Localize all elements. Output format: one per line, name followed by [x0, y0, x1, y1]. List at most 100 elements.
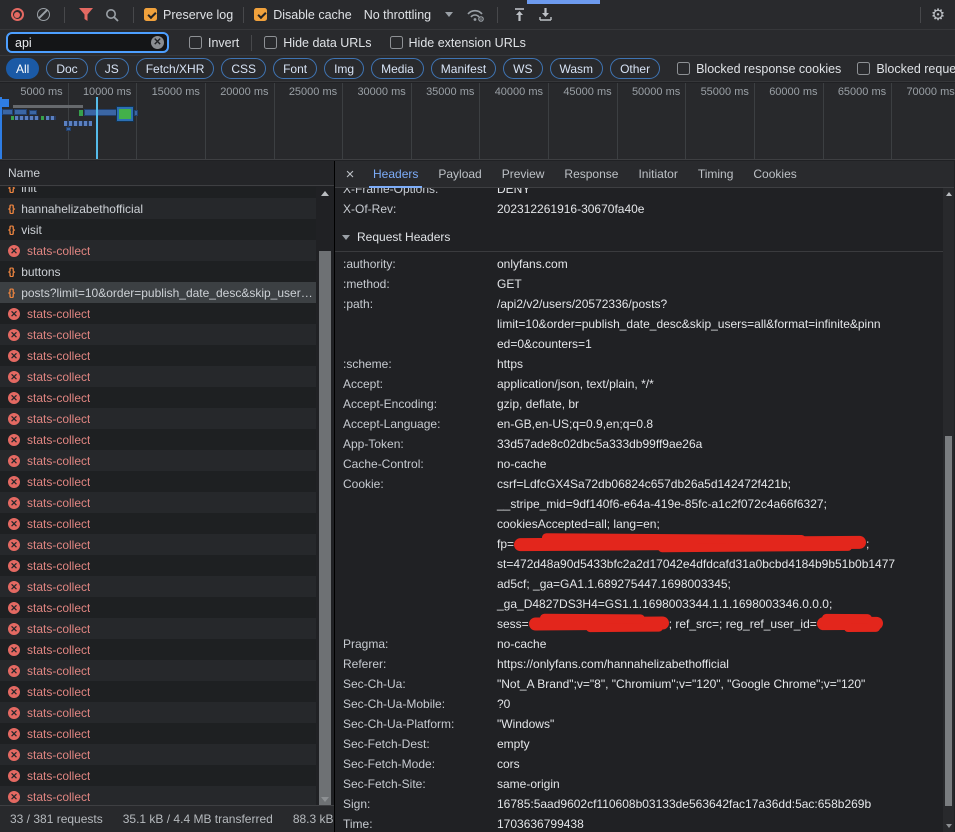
filter-pill-wasm[interactable]: Wasm — [550, 58, 604, 79]
filter-pill-img[interactable]: Img — [324, 58, 364, 79]
scroll-up-arrow[interactable] — [316, 187, 334, 199]
request-row[interactable]: ✕stats-collect — [0, 765, 316, 786]
detail-tab-bar: × HeadersPayloadPreviewResponseInitiator… — [335, 161, 954, 188]
request-row[interactable]: ✕stats-collect — [0, 534, 316, 555]
request-row[interactable]: ✕stats-collect — [0, 639, 316, 660]
scrollbar-thumb[interactable] — [945, 436, 952, 806]
invert-checkbox[interactable]: Invert — [189, 36, 239, 50]
settings-button[interactable]: ⚙ — [927, 4, 949, 26]
tab-payload[interactable]: Payload — [428, 161, 491, 188]
request-row[interactable]: ✕stats-collect — [0, 576, 316, 597]
clear-filter-icon[interactable]: ✕ — [151, 36, 164, 49]
timeline-overview[interactable]: 5000 ms10000 ms15000 ms20000 ms25000 ms3… — [0, 83, 955, 160]
hide-data-urls-checkbox[interactable]: Hide data URLs — [264, 36, 371, 50]
error-icon: ✕ — [8, 623, 20, 635]
request-row[interactable]: ✕stats-collect — [0, 429, 316, 450]
request-row[interactable]: {}hannahelizabethofficial — [0, 198, 316, 219]
request-row[interactable]: {}visit — [0, 219, 316, 240]
request-row[interactable]: ✕stats-collect — [0, 408, 316, 429]
clear-button[interactable] — [32, 4, 54, 26]
download-icon — [539, 8, 552, 22]
tab-cookies[interactable]: Cookies — [743, 161, 806, 188]
filter-pill-fetch-xhr[interactable]: Fetch/XHR — [136, 58, 215, 79]
request-row[interactable]: ✕stats-collect — [0, 555, 316, 576]
tab-headers[interactable]: Headers — [363, 161, 428, 188]
request-name: stats-collect — [27, 475, 90, 489]
request-headers-section-toggle[interactable]: Request Headers — [335, 223, 943, 252]
header-row: Accept-Encoding:gzip, deflate, br — [335, 394, 943, 414]
request-row[interactable]: {}posts?limit=10&order=publish_date_desc… — [0, 282, 316, 303]
tab-preview[interactable]: Preview — [492, 161, 555, 188]
request-row[interactable]: ✕stats-collect — [0, 324, 316, 345]
request-row[interactable]: ✕stats-collect — [0, 702, 316, 723]
header-name: Cookie: — [335, 474, 497, 634]
header-value: 33d57ade8c02dbc5a333db99ff9ae26a — [497, 434, 943, 454]
request-row[interactable]: ✕stats-collect — [0, 345, 316, 366]
name-column-header[interactable]: Name — [0, 161, 334, 186]
request-row[interactable]: ✕stats-collect — [0, 660, 316, 681]
waterfall-bar — [29, 110, 37, 115]
request-row[interactable]: ✕stats-collect — [0, 387, 316, 408]
request-name: stats-collect — [27, 370, 90, 384]
close-detail-button[interactable]: × — [339, 166, 361, 183]
requests-scrollbar[interactable] — [316, 187, 334, 805]
search-icon — [105, 8, 119, 22]
filter-pill-all[interactable]: All — [6, 58, 39, 79]
detail-scrollbar[interactable] — [943, 188, 954, 832]
waterfall-bar — [134, 110, 138, 116]
header-name: Sec-Ch-Ua-Platform: — [335, 714, 497, 734]
filter-toggle-button[interactable] — [75, 4, 97, 26]
request-row[interactable]: {}init — [0, 187, 316, 198]
scroll-down-arrow[interactable] — [316, 793, 334, 805]
request-row[interactable]: ✕stats-collect — [0, 471, 316, 492]
hide-extension-urls-checkbox[interactable]: Hide extension URLs — [390, 36, 526, 50]
request-row[interactable]: ✕stats-collect — [0, 723, 316, 744]
checkbox-blocked-requests[interactable]: Blocked requests — [857, 62, 955, 76]
request-row[interactable]: ✕stats-collect — [0, 681, 316, 702]
checkbox-blocked-response-cookies[interactable]: Blocked response cookies — [677, 62, 841, 76]
error-icon: ✕ — [8, 308, 20, 320]
request-row[interactable]: {}buttons — [0, 261, 316, 282]
preserve-log-checkbox[interactable]: Preserve log — [144, 8, 233, 22]
request-name: stats-collect — [27, 538, 90, 552]
filter-pill-font[interactable]: Font — [273, 58, 317, 79]
scroll-up-arrow[interactable] — [943, 188, 954, 200]
filter-pill-doc[interactable]: Doc — [46, 58, 87, 79]
request-row[interactable]: ✕stats-collect — [0, 744, 316, 765]
unchecked-checkbox-icon — [390, 36, 403, 49]
scrollbar-thumb[interactable] — [319, 251, 331, 806]
preserve-log-label: Preserve log — [163, 8, 233, 22]
import-har-button[interactable] — [508, 4, 530, 26]
filter-pill-ws[interactable]: WS — [503, 58, 542, 79]
header-row: Sign:16785:5aad9602cf110608b03133de56364… — [335, 794, 943, 814]
request-row[interactable]: ✕stats-collect — [0, 303, 316, 324]
export-har-button[interactable] — [534, 4, 556, 26]
checked-checkbox-icon — [144, 8, 157, 21]
request-row[interactable]: ✕stats-collect — [0, 366, 316, 387]
tab-timing[interactable]: Timing — [688, 161, 744, 188]
filter-pill-media[interactable]: Media — [371, 58, 424, 79]
filter-pill-js[interactable]: JS — [95, 58, 129, 79]
request-row[interactable]: ✕stats-collect — [0, 240, 316, 261]
filter-input[interactable] — [6, 32, 169, 53]
filter-pill-css[interactable]: CSS — [221, 58, 266, 79]
request-row[interactable]: ✕stats-collect — [0, 786, 316, 805]
tab-response[interactable]: Response — [554, 161, 628, 188]
network-conditions-button[interactable] — [465, 4, 487, 26]
request-row[interactable]: ✕stats-collect — [0, 597, 316, 618]
divider — [251, 35, 252, 51]
search-button[interactable] — [101, 4, 123, 26]
request-row[interactable]: ✕stats-collect — [0, 492, 316, 513]
request-row[interactable]: ✕stats-collect — [0, 450, 316, 471]
disable-cache-checkbox[interactable]: Disable cache — [254, 8, 352, 22]
tab-initiator[interactable]: Initiator — [628, 161, 687, 188]
request-name: stats-collect — [27, 685, 90, 699]
record-button[interactable] — [6, 4, 28, 26]
scroll-down-arrow[interactable] — [943, 820, 954, 832]
filter-pill-manifest[interactable]: Manifest — [431, 58, 496, 79]
filter-pill-other[interactable]: Other — [610, 58, 660, 79]
header-name: Sec-Ch-Ua-Mobile: — [335, 694, 497, 714]
request-row[interactable]: ✕stats-collect — [0, 513, 316, 534]
throttling-dropdown[interactable]: No throttling — [364, 8, 453, 22]
request-row[interactable]: ✕stats-collect — [0, 618, 316, 639]
